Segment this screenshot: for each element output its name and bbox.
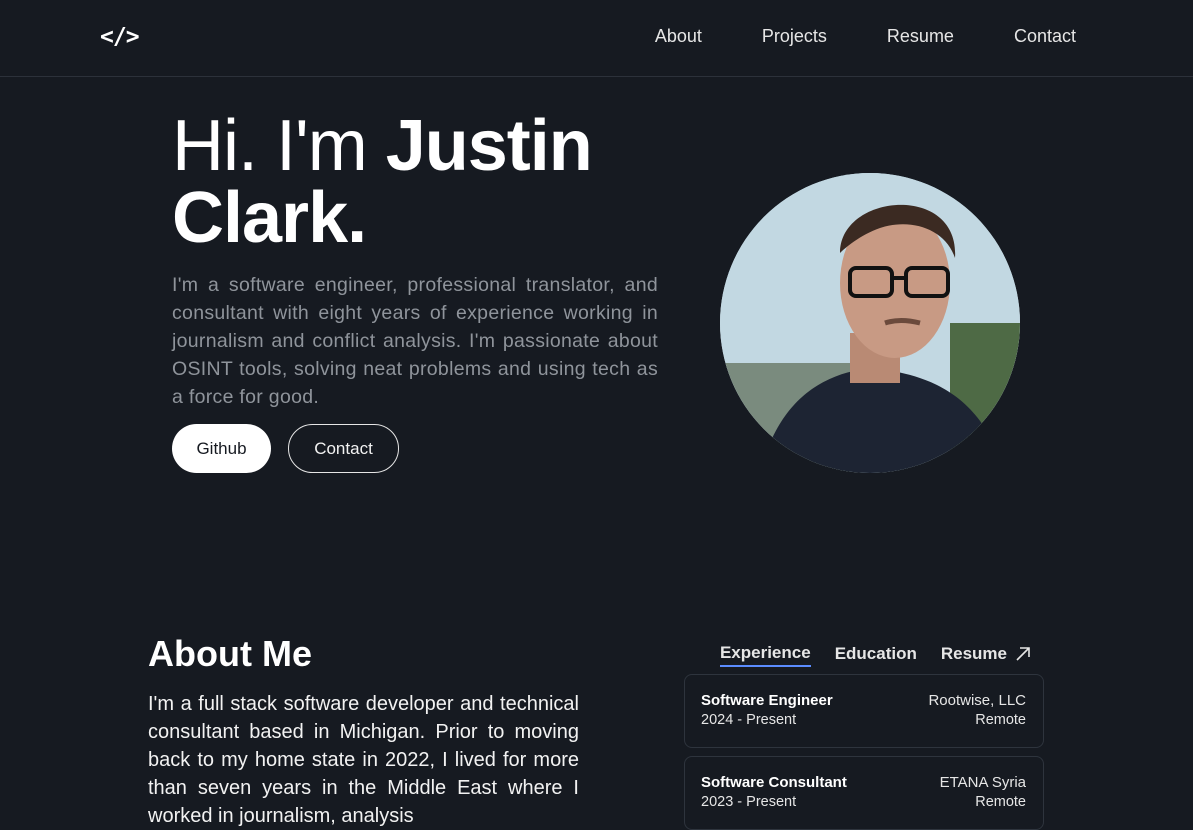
github-button[interactable]: Github — [172, 424, 271, 473]
tab-education[interactable]: Education — [835, 644, 917, 666]
experience-dates: 2023 - Present — [701, 794, 797, 810]
hero-title: Hi. I'm Justin Clark. — [172, 110, 712, 254]
experience-company: Rootwise, LLC — [928, 692, 1026, 709]
experience-role: Software Engineer — [701, 692, 833, 709]
nav-link-contact[interactable]: Contact — [1014, 26, 1076, 47]
experience-dates: 2024 - Present — [701, 712, 797, 728]
tab-resume[interactable]: Resume — [941, 644, 1031, 666]
logo[interactable]: </> — [100, 24, 140, 50]
nav-link-about[interactable]: About — [655, 26, 702, 47]
about-title: About Me — [148, 633, 312, 674]
hero-greeting: Hi. I'm — [172, 106, 386, 186]
hero-bio: I'm a software engineer, professional tr… — [172, 274, 658, 408]
tab-resume-label: Resume — [940, 644, 1007, 663]
experience-card: Software Consultant ETANA Syria 2023 - P… — [684, 756, 1044, 830]
navbar: </> About Projects Resume Contact — [0, 0, 1193, 77]
experience-tabs: Experience Education Resume — [719, 643, 1031, 667]
experience-card: Software Engineer Rootwise, LLC 2024 - P… — [684, 674, 1044, 748]
nav-links: About Projects Resume Contact — [655, 26, 1076, 47]
experience-location: Remote — [975, 794, 1026, 810]
experience-location: Remote — [975, 712, 1026, 728]
about-text: I'm a full stack software developer and … — [148, 693, 579, 827]
tab-experience[interactable]: Experience — [719, 643, 811, 667]
contact-button[interactable]: Contact — [288, 424, 399, 473]
experience-role: Software Consultant — [701, 774, 847, 791]
profile-photo — [720, 173, 1020, 473]
external-link-icon — [1016, 647, 1030, 661]
experience-company: ETANA Syria — [939, 774, 1026, 791]
nav-link-projects[interactable]: Projects — [762, 26, 827, 47]
nav-link-resume[interactable]: Resume — [887, 26, 954, 47]
